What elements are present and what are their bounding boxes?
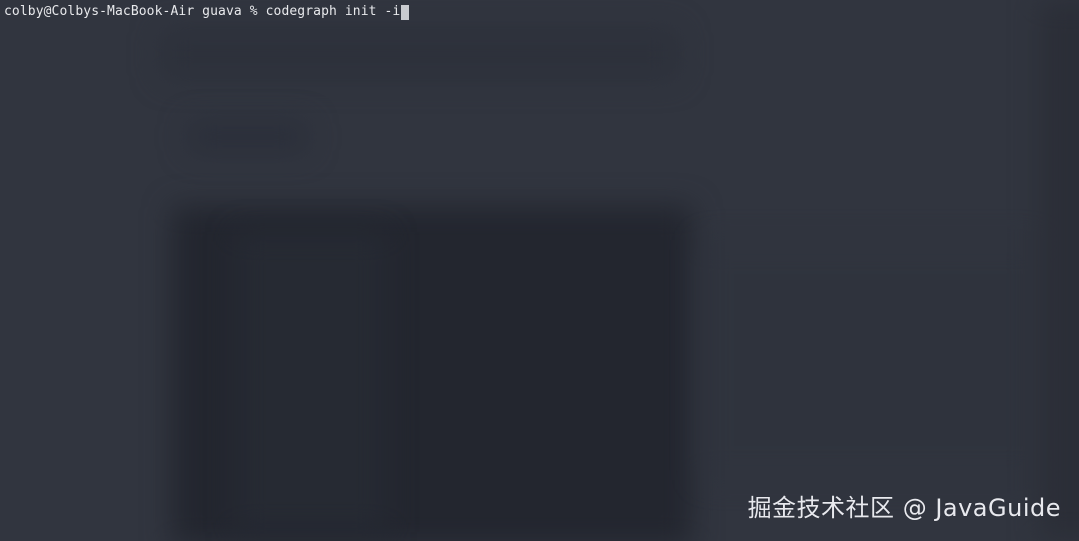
text-cursor: [401, 4, 410, 20]
blurred-heading: [188, 122, 308, 152]
blurred-side-panel: [700, 240, 1040, 480]
terminal-input-line[interactable]: colby@Colbys-MacBook-Air guava % codegra…: [4, 3, 410, 21]
shell-prompt: colby@Colbys-MacBook-Air guava %: [4, 4, 266, 19]
blurred-panel: [236, 232, 386, 532]
blurred-right-edge: [1040, 0, 1079, 541]
command-text[interactable]: codegraph init -i: [266, 3, 401, 21]
blurred-banner: [160, 28, 680, 80]
terminal-window: colby@Colbys-MacBook-Air guava % codegra…: [0, 0, 1079, 541]
watermark: 掘金技术社区 @ JavaGuide: [747, 494, 1061, 522]
blurred-window: [172, 206, 692, 541]
